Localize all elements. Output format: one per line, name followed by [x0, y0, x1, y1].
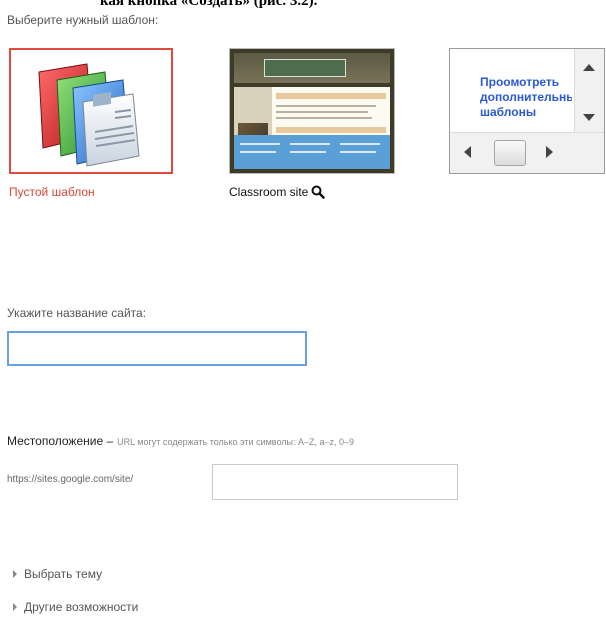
location-hint: URL могут содержать только эти символы: …	[117, 437, 355, 447]
scroll-down-icon[interactable]	[583, 114, 595, 121]
template-heading: Выберите нужный шаблон:	[7, 13, 159, 27]
template-classroom-label: Classroom site	[229, 185, 309, 199]
more-options-label: Другие возможности	[24, 600, 139, 614]
zoom-preview-icon[interactable]	[311, 185, 326, 199]
template-blank-tile[interactable]	[9, 48, 173, 174]
location-label-row: Местоположение – URL могут содержать толь…	[7, 434, 354, 448]
site-name-label: Укажите название сайта:	[7, 306, 147, 320]
scroll-up-icon[interactable]	[583, 64, 595, 71]
template-blank-caption[interactable]: Пустой шаблон	[9, 185, 95, 199]
more-link-line-2: дополнительные	[480, 90, 572, 104]
template-classroom-caption[interactable]: Classroom site	[229, 185, 326, 199]
choose-theme-expander[interactable]: Выбрать тему	[13, 567, 102, 581]
more-link-line-1: Проомотреть	[480, 75, 560, 89]
scroll-thumb[interactable]	[494, 140, 526, 166]
more-options-expander[interactable]: Другие возможности	[13, 600, 138, 614]
url-prefix: https://sites.google.com/site/	[7, 474, 134, 485]
choose-theme-label: Выбрать тему	[24, 567, 103, 581]
more-templates-box[interactable]: Проомотреть дополнительные шаблоны	[449, 48, 605, 174]
more-link-line-3: шаблоны	[480, 105, 537, 119]
expand-arrow-icon	[13, 570, 17, 578]
scroll-right-icon[interactable]	[546, 146, 553, 158]
horizontal-scrollbar[interactable]	[450, 132, 604, 173]
expand-arrow-icon	[13, 603, 17, 611]
cropped-caption-line: кая кнопка «Создать» (рис. 3.2).	[100, 0, 318, 8]
site-url-input[interactable]	[212, 464, 458, 500]
cropped-caption-text: кая кнопка «Создать» (рис. 3.2).	[0, 0, 606, 8]
template-classroom-tile[interactable]	[229, 48, 395, 174]
scroll-left-icon[interactable]	[464, 146, 471, 158]
location-label: Местоположение –	[7, 434, 114, 448]
more-templates-link[interactable]: Проомотреть дополнительные шаблоны	[480, 75, 572, 120]
vertical-scrollbar[interactable]	[574, 49, 604, 133]
site-name-input[interactable]	[7, 331, 307, 366]
classroom-thumbnail	[230, 49, 394, 173]
blank-template-icon	[38, 63, 140, 167]
